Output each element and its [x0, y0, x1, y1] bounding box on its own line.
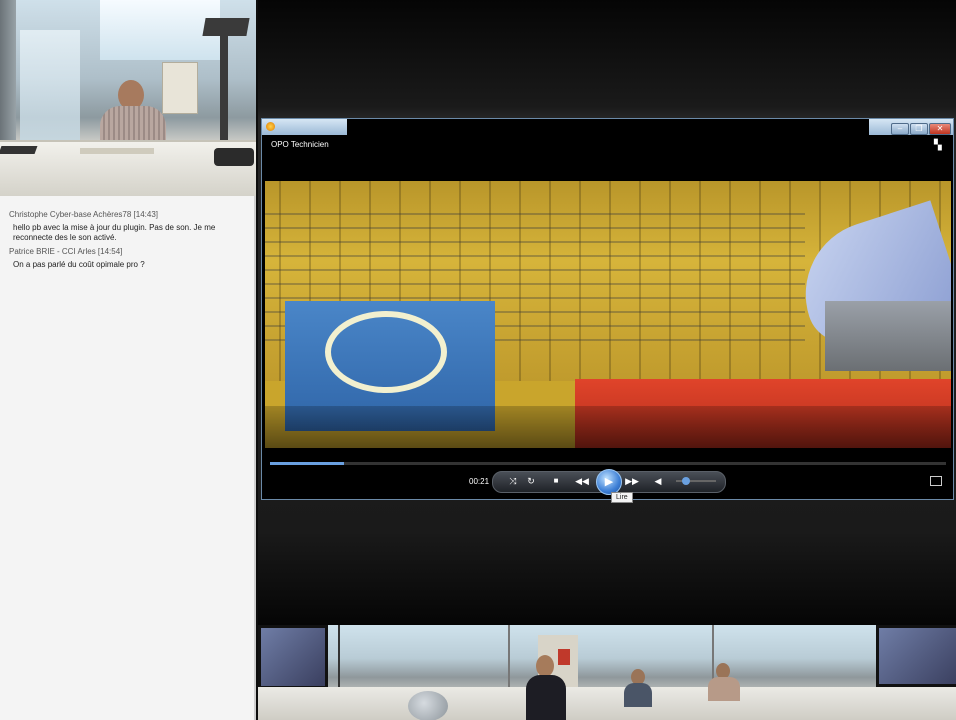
fullscreen-icon[interactable] — [930, 476, 942, 486]
player-title: OPO Technicien — [271, 140, 329, 149]
chat-message-text: hello pb avec la mise à jour du plugin. … — [13, 223, 216, 242]
elapsed-time: 00:21 — [469, 477, 490, 486]
previous-icon[interactable]: ◀◀ — [573, 474, 591, 488]
webcam-feed-room — [258, 625, 956, 720]
minimize-icon[interactable]: – — [891, 123, 909, 135]
shuffle-icon[interactable]: ⤨ — [505, 474, 521, 488]
volume-slider[interactable] — [676, 477, 716, 485]
close-icon[interactable]: ✕ — [929, 123, 951, 135]
chat-message-header: Christophe Cyber-base Achères78 [14:43] — [9, 210, 158, 219]
next-icon[interactable]: ▶▶ — [623, 474, 641, 488]
chat-message-text: On a pas parlé du coût opimale pro ? — [13, 260, 145, 269]
video-frame[interactable] — [265, 181, 951, 448]
stop-icon[interactable]: ■ — [548, 474, 564, 488]
player-titlebar[interactable] — [262, 119, 347, 135]
switch-library-icon[interactable]: ▚ — [934, 140, 942, 151]
chat-message-header: Patrice BRIE - CCI Arles [14:54] — [9, 247, 123, 256]
tooltip: Lire — [611, 492, 633, 503]
volume-slider-thumb[interactable] — [682, 477, 690, 485]
volume-icon[interactable]: ◀ — [650, 474, 666, 488]
media-player-app-icon — [266, 122, 275, 131]
repeat-icon[interactable]: ↻ — [523, 474, 539, 488]
seek-bar[interactable] — [270, 462, 946, 465]
seek-bar-fill — [270, 462, 345, 465]
restore-icon[interactable]: ❐ — [910, 123, 928, 135]
chat-panel[interactable]: Christophe Cyber-base Achères78 [14:43] … — [0, 196, 256, 720]
webcam-feed-presenter — [0, 0, 256, 196]
